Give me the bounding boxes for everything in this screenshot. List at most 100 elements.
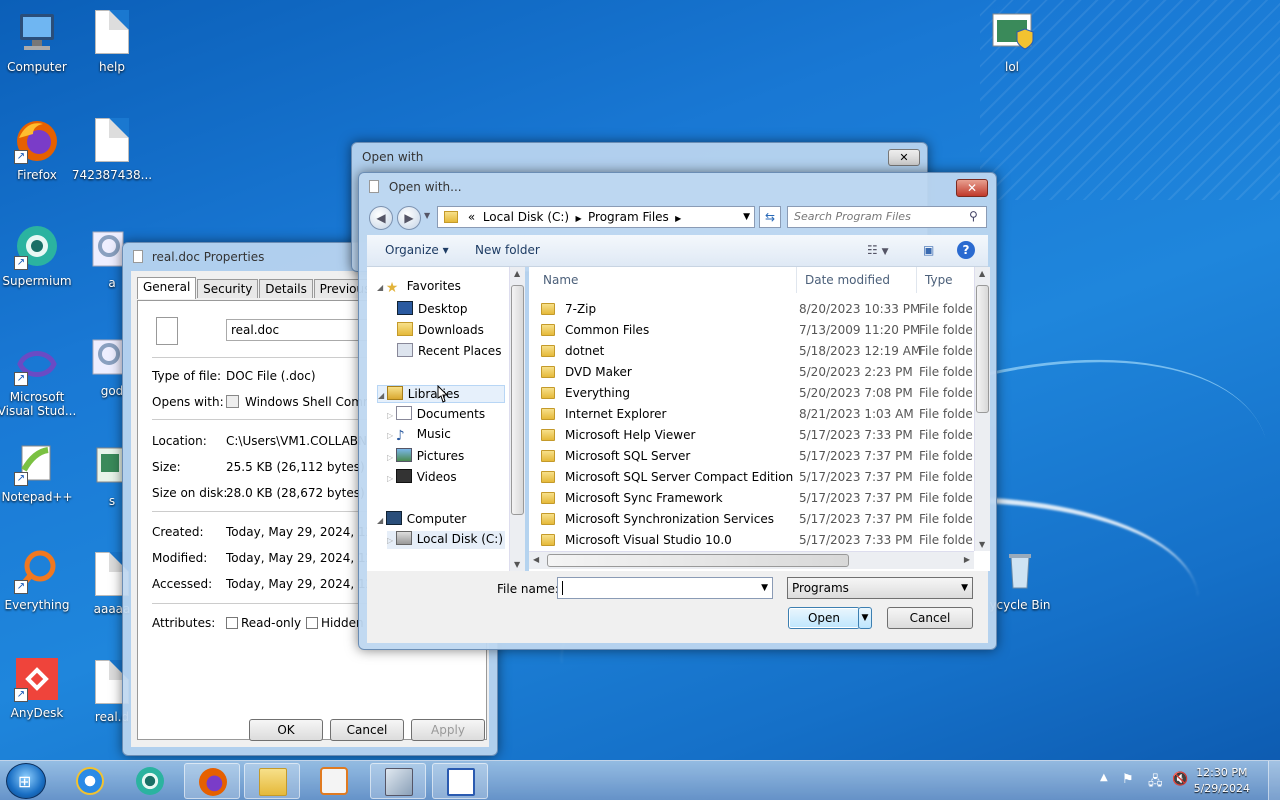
scroll-up-icon[interactable]: ▲ <box>514 269 520 278</box>
nav-local-disk[interactable]: ▷ Local Disk (C:) <box>387 531 505 549</box>
taskbar-properties[interactable] <box>370 763 426 799</box>
dialog-titlebar[interactable]: Open with... <box>359 173 996 201</box>
desktop-icon-supermium[interactable]: ↗ Supermium <box>0 224 79 288</box>
open-dropdown-button[interactable]: ▼ <box>858 607 872 629</box>
taskbar-media-player[interactable] <box>306 763 362 799</box>
file-row[interactable]: Microsoft SQL Server Compact Edition 5/17… <box>529 467 973 488</box>
tab-security[interactable]: Security <box>197 279 259 298</box>
forward-button[interactable]: ▶ <box>397 206 421 230</box>
hidden-checkbox[interactable]: Hidden <box>306 616 364 630</box>
history-dropdown-icon[interactable]: ▼ <box>424 211 430 220</box>
cancel-button[interactable]: Cancel <box>330 719 404 741</box>
chevron-right-icon[interactable]: ▶ <box>673 214 681 223</box>
file-row[interactable]: 7-Zip 8/20/2023 10:33 PM File folde <box>529 299 973 320</box>
chevron-down-icon[interactable]: ▼ <box>743 207 750 227</box>
windows-logo-icon: ⊞ <box>18 772 32 791</box>
scroll-left-icon[interactable]: ◀ <box>533 555 539 564</box>
column-date-modified[interactable]: Date modified <box>797 267 917 293</box>
action-center-flag-icon[interactable]: ⚑ <box>1122 772 1134 787</box>
list-horizontal-scrollbar[interactable]: ◀ ▶ <box>529 551 974 569</box>
scroll-thumb[interactable] <box>976 285 989 413</box>
scroll-up-icon[interactable]: ▲ <box>979 269 985 278</box>
back-button[interactable]: ◀ <box>369 206 393 230</box>
filename-input[interactable]: ▼ <box>557 577 773 599</box>
desktop-icon-lol[interactable]: lol <box>970 10 1054 74</box>
nav-computer[interactable]: ◢ Computer <box>377 511 466 526</box>
taskbar-internet-explorer[interactable] <box>62 763 118 799</box>
desktop-icon-file[interactable]: 742387438... <box>70 118 154 182</box>
file-row[interactable]: Microsoft Visual Studio 10.0 5/17/2023 7:… <box>529 530 973 551</box>
list-vertical-scrollbar[interactable]: ▲ ▼ <box>974 267 990 551</box>
scroll-thumb[interactable] <box>511 285 524 515</box>
breadcrumb-overflow[interactable]: « <box>468 210 475 224</box>
show-desktop-button[interactable] <box>1268 761 1280 800</box>
refresh-button[interactable]: ⇆ <box>759 206 781 228</box>
network-icon[interactable]: 🖧 <box>1148 772 1163 794</box>
scroll-down-icon[interactable]: ▼ <box>979 540 985 549</box>
volume-muted-icon[interactable]: 🔇 <box>1172 772 1188 787</box>
open-with-titlebar[interactable]: Open with <box>352 143 927 171</box>
taskbar-firefox[interactable] <box>184 763 240 799</box>
file-row[interactable]: Internet Explorer 8/21/2023 1:03 AM File f… <box>529 404 973 425</box>
nav-desktop[interactable]: Desktop <box>397 301 468 316</box>
nav-music[interactable]: ▷ ♪ Music <box>387 427 451 444</box>
tab-details[interactable]: Details <box>259 279 313 298</box>
chevron-right-icon[interactable]: ▶ <box>573 214 584 223</box>
nav-downloads[interactable]: Downloads <box>397 322 484 337</box>
file-row[interactable]: Everything 5/20/2023 7:08 PM File folde <box>529 383 973 404</box>
ok-button[interactable]: OK <box>249 719 323 741</box>
desktop-icon-anydesk[interactable]: ↗ AnyDesk <box>0 656 79 720</box>
nav-scrollbar[interactable]: ▲ ▼ <box>509 267 525 571</box>
nav-favorites[interactable]: ◢ ★ Favorites <box>377 279 461 296</box>
column-name[interactable]: Name <box>535 267 797 293</box>
organize-button[interactable]: Organize ▾ <box>385 243 449 257</box>
folder-icon <box>541 366 555 378</box>
preview-pane-button[interactable]: ▣ <box>923 243 934 257</box>
system-clock[interactable]: 12:30 PM 5/29/2024 <box>1194 765 1250 797</box>
new-folder-button[interactable]: New folder <box>475 243 540 257</box>
open-button[interactable]: Open <box>788 607 860 629</box>
nav-videos[interactable]: ▷ Videos <box>387 469 457 484</box>
taskbar-word[interactable] <box>432 763 488 799</box>
tab-general[interactable]: General <box>137 277 197 299</box>
nav-pictures[interactable]: ▷ Pictures <box>387 448 464 463</box>
scroll-down-icon[interactable]: ▼ <box>514 560 520 569</box>
desktop-icon-firefox[interactable]: ↗ Firefox <box>0 118 79 182</box>
view-options-button[interactable]: ☷ ▼ <box>867 243 889 257</box>
apply-button[interactable]: Apply <box>411 719 485 741</box>
file-row[interactable]: DVD Maker 5/20/2023 2:23 PM File folde <box>529 362 973 383</box>
taskbar-supermium[interactable] <box>122 763 178 799</box>
search-input[interactable]: Search Program Files <box>787 206 987 228</box>
file-row[interactable]: Microsoft Help Viewer 5/17/2023 7:33 PM Fi… <box>529 425 973 446</box>
taskbar-explorer[interactable] <box>244 763 300 799</box>
breadcrumb-local-disk[interactable]: Local Disk (C:) <box>483 210 569 224</box>
desktop-icon-notepadpp[interactable]: ↗ Notepad++ <box>0 440 79 504</box>
cancel-button[interactable]: Cancel <box>887 607 973 629</box>
nav-documents[interactable]: ▷ Documents <box>387 406 485 421</box>
close-button[interactable]: ✕ <box>888 149 920 166</box>
chevron-down-icon[interactable]: ▼ <box>761 578 768 598</box>
start-button[interactable]: ⊞ <box>6 763 46 799</box>
desktop-icon-computer[interactable]: Computer <box>0 10 79 74</box>
address-bar[interactable]: « Local Disk (C:) ▶ Program Files ▶ ▼ <box>437 206 755 228</box>
file-type-select[interactable]: Programs ▼ <box>787 577 973 599</box>
file-row[interactable]: Microsoft Sync Framework 5/17/2023 7:37 P… <box>529 488 973 509</box>
desktop-icon-help[interactable]: help <box>70 10 154 74</box>
readonly-checkbox[interactable]: Read-only <box>226 616 301 630</box>
breadcrumb-program-files[interactable]: Program Files <box>588 210 669 224</box>
scroll-right-icon[interactable]: ▶ <box>964 555 970 564</box>
desktop-icon-everything[interactable]: ↗ Everything <box>0 548 79 612</box>
column-type[interactable]: Type <box>917 267 977 293</box>
desktop-icon-visual-studio[interactable]: ↗ Microsoft Visual Stud... <box>0 340 79 418</box>
show-hidden-icons[interactable]: ▲ <box>1100 772 1108 783</box>
file-row[interactable]: Common Files 7/13/2009 11:20 PM File folde <box>529 320 973 341</box>
open-with-file-dialog[interactable]: Open with... ✕ ◀ ▶ ▼ « Local Disk (C:) ▶… <box>358 172 997 650</box>
close-button[interactable]: ✕ <box>956 179 988 197</box>
nav-recent-places[interactable]: Recent Places <box>397 343 501 358</box>
help-button[interactable]: ? <box>957 241 975 259</box>
file-row[interactable]: dotnet 5/18/2023 12:19 AM File folde <box>529 341 973 362</box>
nav-label: Videos <box>416 470 457 484</box>
scroll-thumb[interactable] <box>547 554 849 567</box>
file-row[interactable]: Microsoft SQL Server 5/17/2023 7:37 PM Fil… <box>529 446 973 467</box>
file-row[interactable]: Microsoft Synchronization Services 5/17/2… <box>529 509 973 530</box>
